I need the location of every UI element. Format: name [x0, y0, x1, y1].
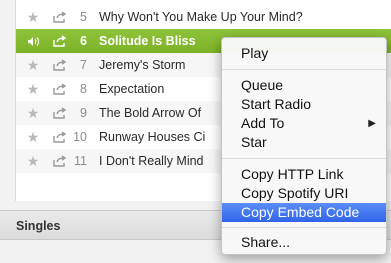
menu-item-add-to[interactable]: Add To ▶	[222, 114, 386, 133]
star-icon: ★	[26, 81, 40, 97]
track-number: 6	[80, 34, 87, 48]
star-button[interactable]: ★	[24, 82, 42, 96]
track-number: 7	[80, 58, 87, 72]
share-icon	[53, 59, 67, 71]
share-button[interactable]	[51, 155, 69, 167]
submenu-arrow-icon: ▶	[368, 118, 376, 129]
share-icon	[53, 155, 67, 167]
share-icon	[53, 35, 67, 47]
share-button[interactable]	[51, 35, 69, 47]
star-icon: ★	[26, 153, 40, 169]
menu-item-share[interactable]: Share...	[222, 233, 386, 252]
section-title: Singles	[16, 219, 61, 233]
menu-item-start-radio[interactable]: Start Radio	[222, 95, 386, 114]
menu-item-copy-embed-code[interactable]: Copy Embed Code	[222, 203, 386, 222]
star-icon: ★	[26, 9, 40, 25]
share-icon	[53, 11, 67, 23]
share-button[interactable]	[51, 83, 69, 95]
share-button[interactable]	[51, 59, 69, 71]
star-button[interactable]: ★	[24, 130, 42, 144]
menu-separator	[222, 158, 386, 159]
share-button[interactable]	[51, 11, 69, 23]
star-button[interactable]: ★	[24, 106, 42, 120]
track-number: 9	[80, 106, 87, 120]
menu-item-queue[interactable]: Queue	[222, 76, 386, 95]
track-number: 11	[74, 154, 87, 168]
speaker-icon	[27, 36, 39, 46]
share-icon	[53, 83, 67, 95]
star-icon: ★	[26, 57, 40, 73]
track-number: 5	[80, 10, 87, 24]
share-button[interactable]	[51, 107, 69, 119]
share-icon	[53, 107, 67, 119]
menu-item-copy-http-link[interactable]: Copy HTTP Link	[222, 165, 386, 184]
menu-separator	[222, 227, 386, 228]
star-button[interactable]: ★	[24, 58, 42, 72]
menu-separator	[222, 69, 386, 70]
star-icon: ★	[26, 129, 40, 145]
menu-item-star[interactable]: Star	[222, 133, 386, 152]
spotify-window: ★ 5 Why Won't You Make Up Your Mind? ★ 6…	[0, 0, 391, 263]
now-playing-indicator: ★	[24, 36, 42, 47]
star-button[interactable]: ★	[24, 10, 42, 24]
track-title: Why Won't You Make Up Your Mind?	[99, 10, 303, 24]
star-icon: ★	[26, 105, 40, 121]
left-panel-edge	[0, 0, 15, 210]
star-button[interactable]: ★	[24, 154, 42, 168]
context-menu: Play Queue Start Radio Add To ▶ Star Cop…	[221, 37, 387, 255]
track-row[interactable]: ★ 5 Why Won't You Make Up Your Mind?	[16, 5, 391, 29]
menu-item-add-to-label: Add To	[241, 115, 285, 131]
share-button[interactable]	[51, 131, 69, 143]
menu-item-play[interactable]: Play	[222, 44, 386, 63]
track-number: 10	[73, 130, 87, 144]
share-icon	[53, 131, 67, 143]
track-number: 8	[80, 82, 87, 96]
menu-item-copy-spotify-uri[interactable]: Copy Spotify URI	[222, 184, 386, 203]
